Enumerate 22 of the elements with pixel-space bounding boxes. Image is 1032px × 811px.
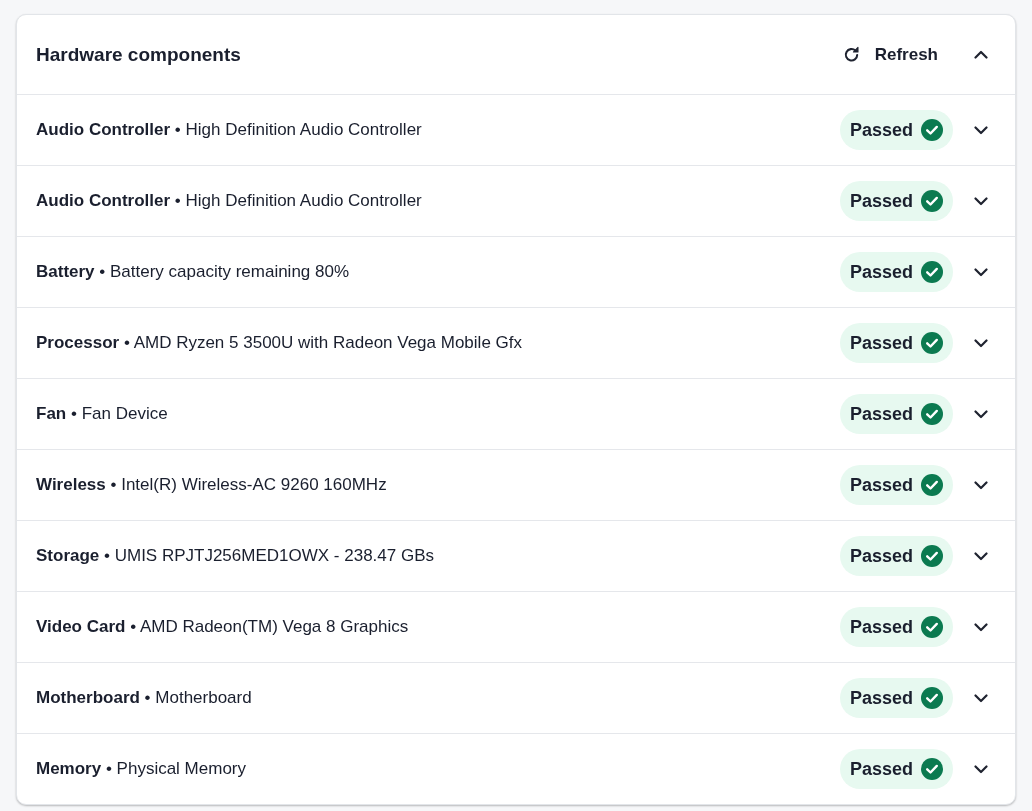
component-label: Memory • Physical Memory	[36, 759, 247, 779]
component-label: Audio Controller • High Definition Audio Controller	[36, 191, 423, 211]
status-badge: Passed	[839, 252, 953, 292]
status-badge: Passed	[839, 678, 953, 718]
component-label: Storage • UMIS RPJTJ256MED1OWX - 238.47 GBs	[36, 546, 435, 566]
component-label: Fan • Fan Device	[36, 404, 169, 424]
status-badge: Passed	[839, 394, 953, 434]
status-badge: Passed	[839, 749, 953, 789]
refresh-button[interactable]: Refresh	[835, 40, 944, 69]
component-label: Video Card • AMD Radeon(TM) Vega 8 Graphics	[36, 617, 410, 637]
component-label: Wireless • Intel(R) Wireless-AC 9260 160MHz	[36, 475, 388, 495]
component-label: Motherboard • Motherboard	[36, 688, 253, 708]
status-badge: Passed	[839, 607, 953, 647]
status-badge: Passed	[839, 110, 953, 150]
component-label: Processor • AMD Ryzen 5 3500U with Radeon Vega Mobile Gfx	[36, 333, 523, 353]
component-label: Audio Controller • High Definition Audio Controller	[36, 120, 423, 140]
status-badge: Passed	[839, 323, 953, 363]
status-badge: Passed	[839, 536, 953, 576]
component-label: Battery • Battery capacity remaining 80%	[36, 262, 351, 282]
panel-title: Hardware components	[36, 43, 242, 66]
status-badge: Passed	[839, 181, 953, 221]
status-badge: Passed	[839, 465, 953, 505]
